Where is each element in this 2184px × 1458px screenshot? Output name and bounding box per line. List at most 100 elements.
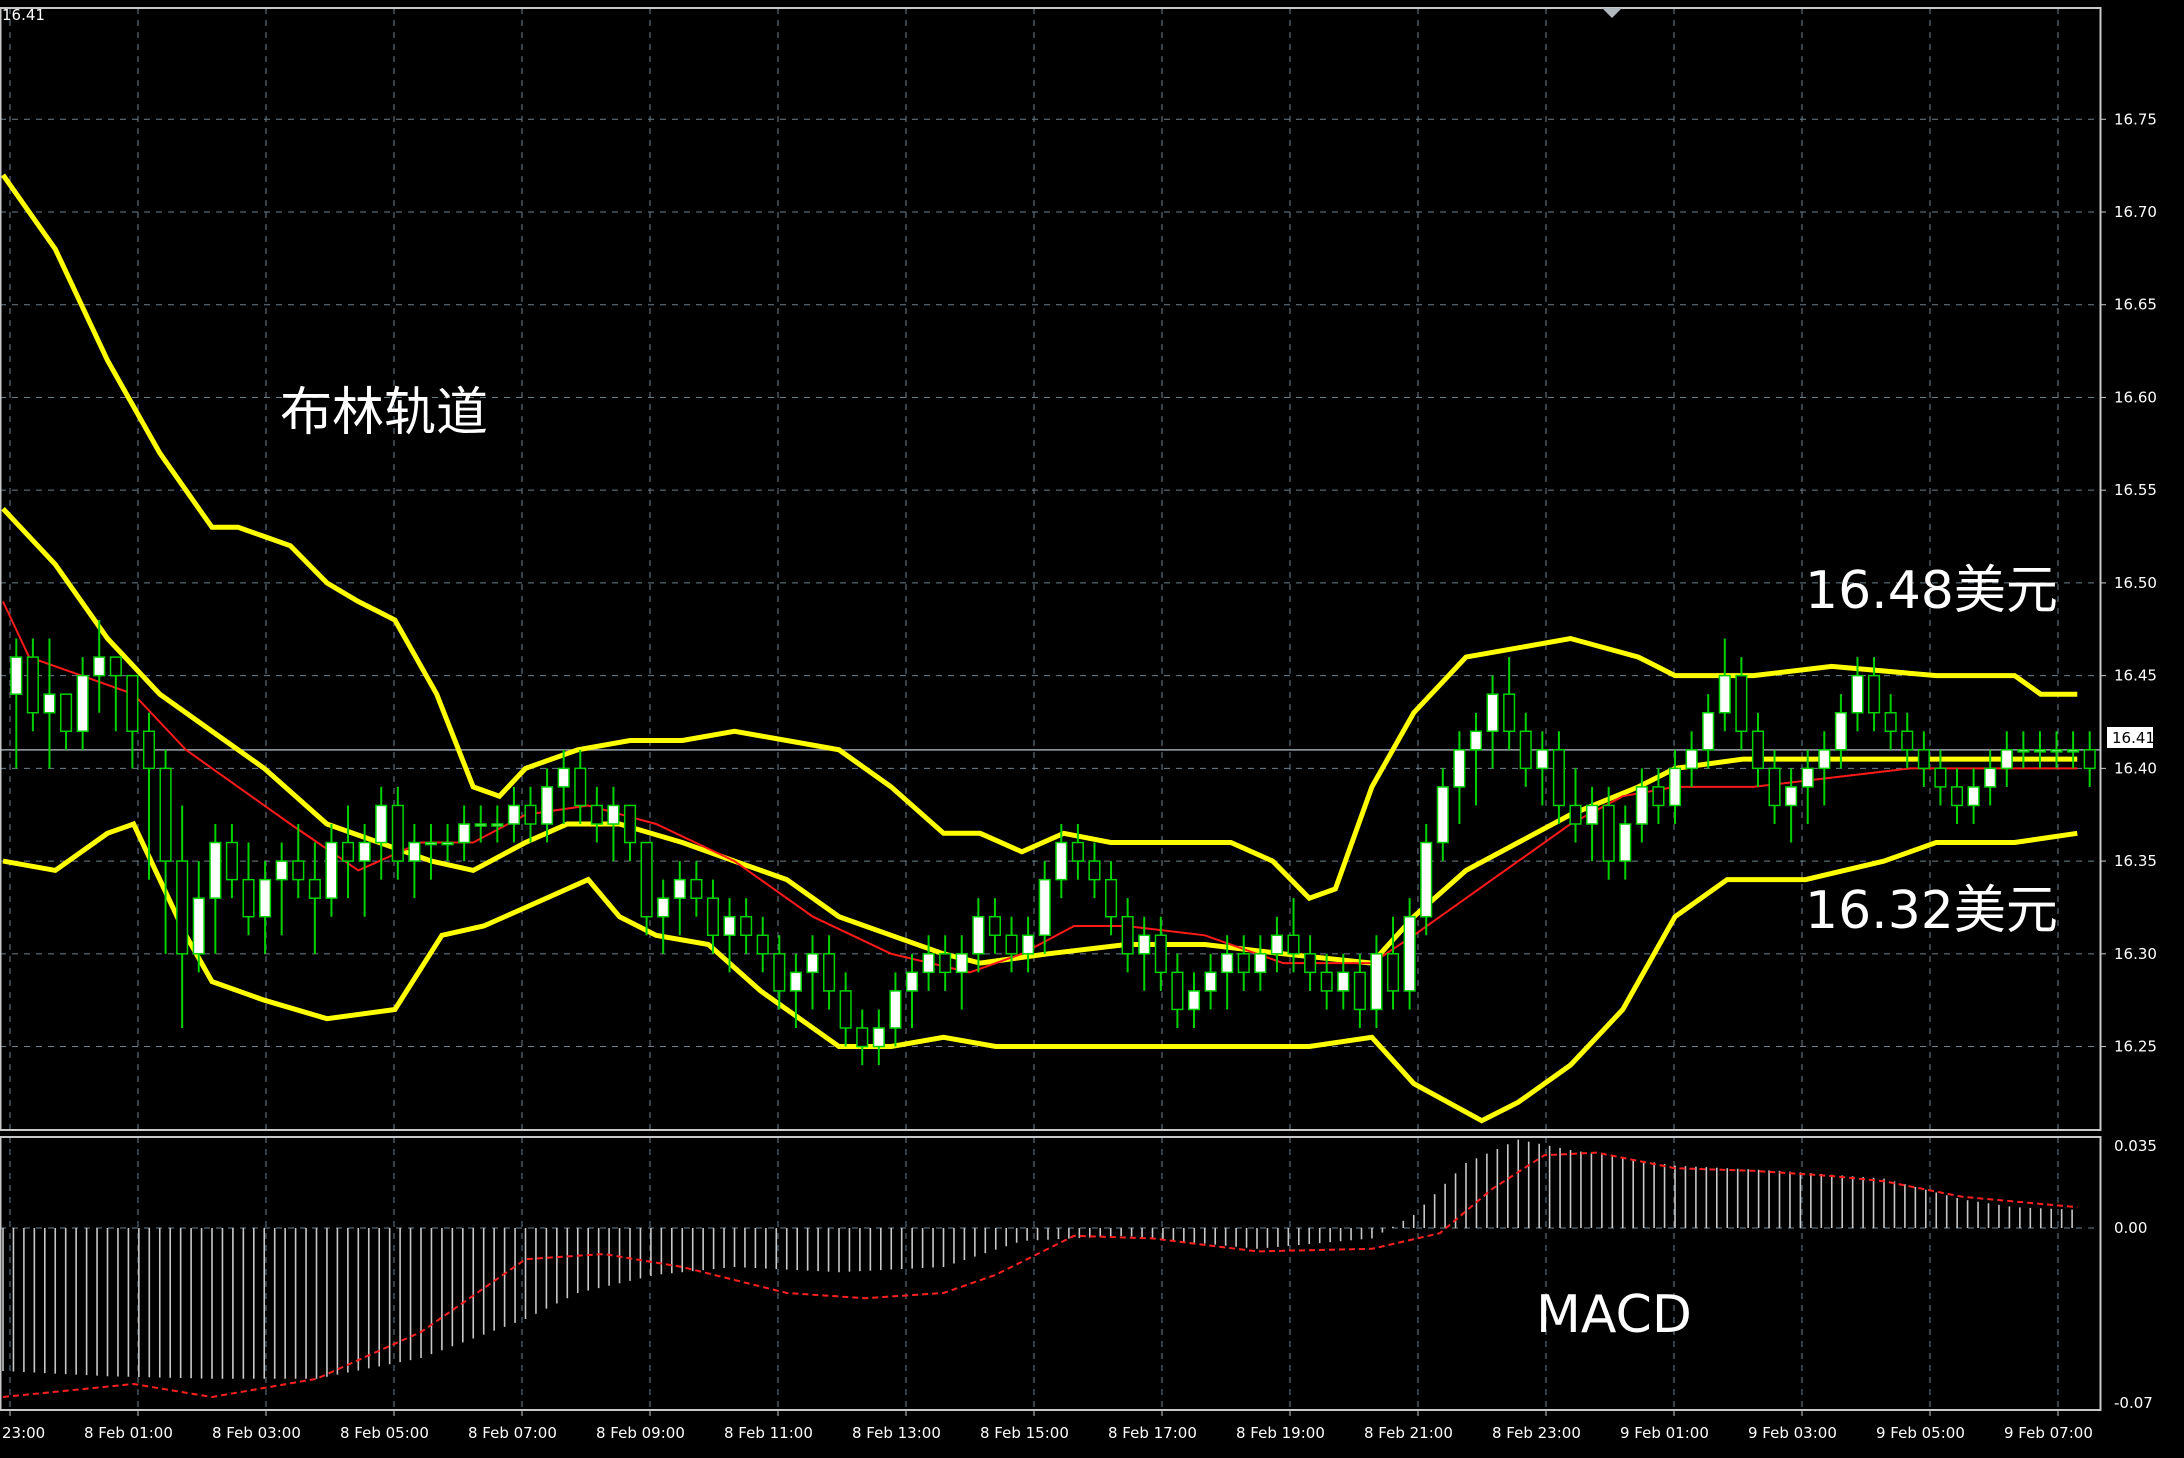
candle-body	[1005, 934, 1018, 955]
candle-body	[1735, 674, 1748, 733]
candle-body	[441, 841, 454, 846]
candle-body	[922, 953, 935, 974]
x-tick-label: 9 Feb 07:00	[2004, 1424, 2093, 1442]
candle-body	[1104, 878, 1118, 918]
x-tick-label: 9 Feb 01:00	[1620, 1424, 1709, 1442]
candle-body	[1221, 953, 1234, 974]
candle-body	[1552, 749, 1565, 807]
candle-body	[1055, 841, 1068, 881]
candle-body	[1751, 730, 1765, 770]
candle-body	[740, 915, 753, 937]
candle-body	[1469, 730, 1483, 751]
y-tick-label: 16.25	[2114, 1038, 2157, 1056]
candle-body	[1386, 953, 1400, 992]
candle-body	[26, 656, 39, 714]
annotation-upper-price: 16.48美元	[1805, 561, 2058, 621]
candle-body	[159, 767, 172, 862]
candle-body	[1022, 934, 1035, 955]
candle-body	[1138, 934, 1151, 955]
candle-body	[1934, 767, 1947, 788]
candle-body	[2083, 749, 2096, 770]
candle-body	[1668, 767, 1682, 807]
candle-body	[524, 804, 537, 825]
candle-body	[1536, 749, 1549, 770]
candle-body	[1868, 674, 1881, 714]
candle-body	[939, 953, 952, 974]
x-tick-label: 8 Feb 03:00	[212, 1424, 301, 1442]
candle-body	[1851, 674, 1864, 714]
candle-body	[1154, 934, 1167, 974]
x-tick-label: 8 Feb 21:00	[1364, 1424, 1453, 1442]
x-tick-label: 8 Feb 05:00	[340, 1424, 429, 1442]
current-price-tag: 16.41	[2107, 727, 2155, 748]
candle-body	[1801, 767, 1814, 788]
candle-body	[2050, 749, 2063, 753]
x-tick-label: 8 Feb 13:00	[852, 1424, 941, 1442]
candle-body	[1768, 767, 1781, 807]
candle-body	[1420, 841, 1433, 918]
candle-body	[1436, 786, 1449, 844]
candle-body	[1337, 971, 1350, 992]
candle-body	[706, 897, 720, 937]
x-tick-label: 8 Feb 23:00	[1492, 1424, 1581, 1442]
candle-body	[1254, 953, 1267, 974]
candle-body	[823, 953, 836, 992]
candle-body	[308, 878, 321, 899]
candle-body	[1171, 971, 1184, 1011]
candle-body	[1950, 786, 1964, 807]
candle-body	[856, 1027, 869, 1048]
candle-body	[1121, 915, 1134, 955]
y-tick-label: 16.75	[2114, 110, 2157, 128]
x-tick-label: 23:00	[2, 1424, 45, 1442]
candle-body	[1071, 841, 1084, 862]
candle-body	[1569, 804, 1582, 825]
annotation-bollinger: 布林轨道	[280, 383, 488, 443]
candle-body	[1204, 971, 1217, 992]
candle-body	[424, 841, 438, 846]
candle-body	[408, 841, 421, 862]
y-tick-label: 16.60	[2114, 388, 2157, 406]
candle-body	[2033, 749, 2047, 753]
candle-body	[557, 767, 570, 788]
candle-body	[242, 878, 255, 918]
candle-body	[93, 656, 106, 677]
candle-body	[10, 656, 23, 695]
candle-body	[142, 730, 156, 770]
x-tick-label: 8 Feb 19:00	[1236, 1424, 1325, 1442]
candle-body	[2067, 749, 2080, 753]
candle-body	[1270, 934, 1283, 955]
candle-body	[1519, 730, 1532, 770]
candle-body	[607, 804, 620, 825]
y-tick-label: 16.50	[2114, 574, 2157, 592]
candle-body	[1652, 786, 1665, 807]
x-tick-label: 9 Feb 05:00	[1876, 1424, 1965, 1442]
x-tick-label: 8 Feb 07:00	[468, 1424, 557, 1442]
y-tick-label: 16.40	[2114, 759, 2157, 777]
annotation-lower-price: 16.32美元	[1805, 881, 2058, 941]
candle-body	[1503, 693, 1516, 733]
candle-body	[972, 915, 985, 955]
y-tick-label: 16.35	[2114, 852, 2157, 870]
x-tick-label: 8 Feb 11:00	[724, 1424, 813, 1442]
candle-body	[1453, 749, 1466, 788]
macd-y-tick-label: 0.00	[2114, 1219, 2147, 1237]
candle-body	[1088, 860, 1101, 881]
candle-body	[192, 897, 205, 955]
x-tick-label: 8 Feb 09:00	[596, 1424, 685, 1442]
candle-body	[623, 804, 637, 844]
candle-body	[1834, 711, 1847, 751]
candle-body	[292, 860, 305, 881]
candle-body	[773, 953, 786, 992]
x-tick-label: 8 Feb 17:00	[1108, 1424, 1197, 1442]
x-tick-label: 8 Feb 15:00	[980, 1424, 1069, 1442]
candle-body	[905, 971, 919, 992]
candle-body	[839, 990, 852, 1029]
candle-body	[1901, 730, 1914, 751]
y-tick-label: 16.55	[2114, 481, 2157, 499]
candle-body	[590, 804, 603, 825]
candle-body	[723, 915, 736, 937]
candle-body	[491, 823, 504, 827]
candle-body	[474, 823, 487, 827]
candle-body	[789, 971, 802, 992]
candle-body	[1486, 693, 1499, 733]
